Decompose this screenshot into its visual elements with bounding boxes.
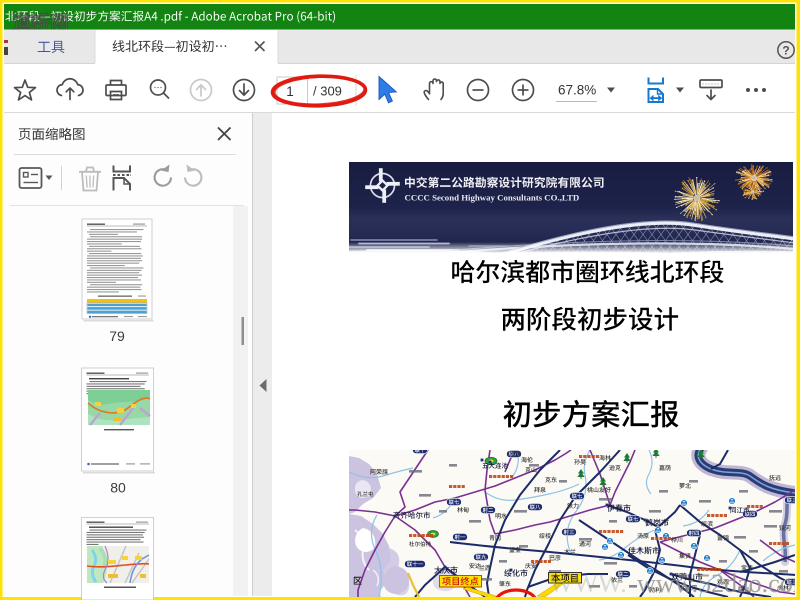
svg-text:1: 1 bbox=[286, 84, 294, 99]
svg-text:/ 309: / 309 bbox=[313, 84, 342, 99]
svg-text:67.8%: 67.8% bbox=[558, 83, 596, 98]
svg-text:?: ? bbox=[782, 44, 789, 58]
svg-text:CCCC Second Highway Consultant: CCCC Second Highway Consultants CO.,LTD bbox=[405, 193, 580, 203]
svg-text:79: 79 bbox=[109, 328, 125, 344]
svg-text:WWW.: WWW. bbox=[549, 569, 627, 598]
svg-text:www.52dao.com: www.52dao.com bbox=[637, 569, 800, 598]
svg-text:80: 80 bbox=[110, 480, 126, 496]
